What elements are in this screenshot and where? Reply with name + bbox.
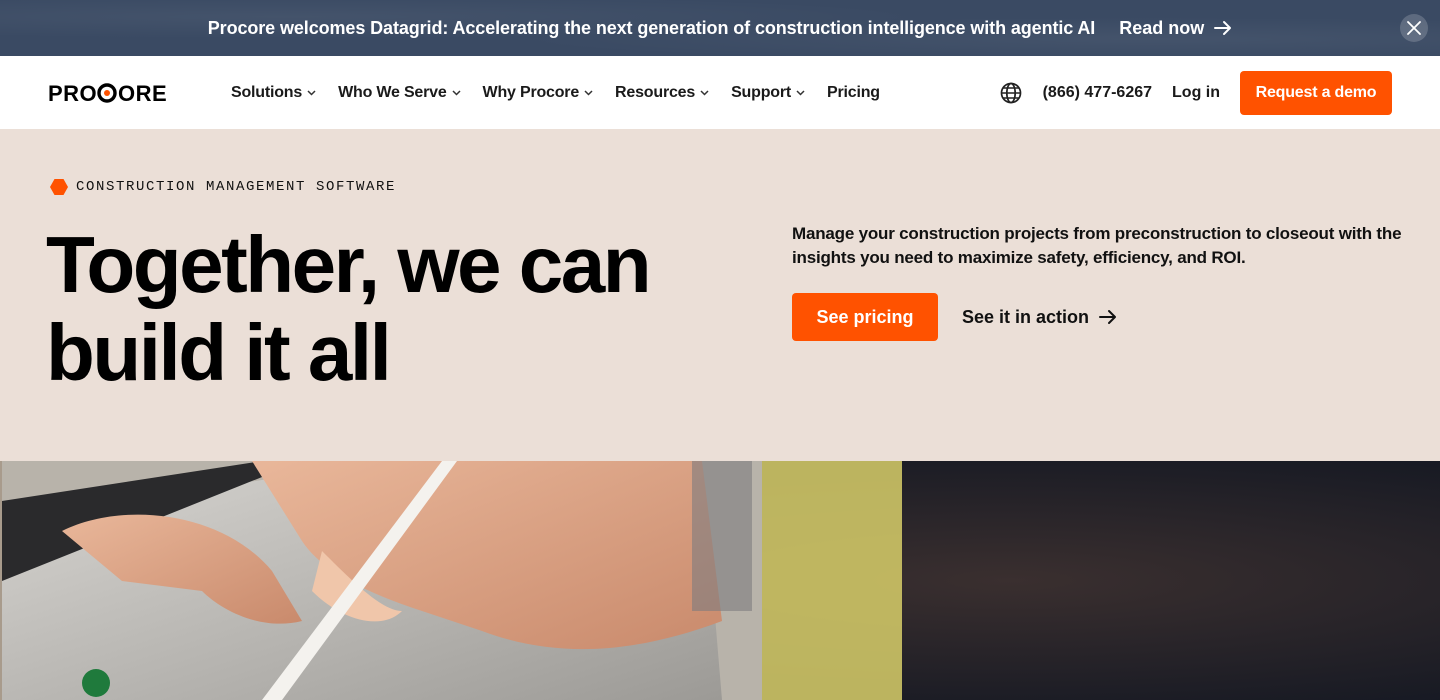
nav-item-label: Solutions [231, 83, 303, 101]
hero-description: Manage your construction projects from p… [792, 224, 1402, 267]
nav-item-label: Resources [615, 83, 696, 101]
chevron-down-icon [700, 89, 709, 96]
eyebrow: CONSTRUCTION MANAGEMENT SOFTWARE [50, 179, 396, 195]
nav-item-solutions[interactable]: Solutions [231, 84, 316, 102]
nav-menu: Solutions Who We Serve Why Procore Resou… [231, 56, 902, 129]
procore-logo[interactable]: PRO ORE [48, 83, 193, 103]
hero-headline: Together, we can build it all [46, 221, 766, 397]
see-it-in-action-link[interactable]: See it in action [962, 293, 1117, 341]
arrow-right-icon [1099, 310, 1117, 324]
eyebrow-text: CONSTRUCTION MANAGEMENT SOFTWARE [76, 179, 397, 195]
nav-item-label: Pricing [827, 83, 880, 101]
announcement-banner: Procore welcomes Datagrid: Accelerating … [0, 0, 1440, 56]
nav-utilities: (866) 477-6267 Log in Request a demo [999, 56, 1392, 129]
login-link[interactable]: Log in [1172, 84, 1220, 102]
chevron-down-icon [452, 89, 461, 96]
nav-item-label: Who We Serve [338, 83, 447, 101]
nav-item-label: Support [731, 83, 791, 101]
nav-item-pricing[interactable]: Pricing [827, 84, 880, 102]
svg-text:ORE: ORE [118, 83, 167, 103]
globe-icon[interactable] [999, 81, 1023, 105]
close-icon [1407, 21, 1421, 35]
nav-item-why-procore[interactable]: Why Procore [483, 84, 594, 102]
nav-item-who-we-serve[interactable]: Who We Serve [338, 83, 461, 102]
phone-number[interactable]: (866) 477-6267 [1043, 84, 1152, 102]
chevron-down-icon [584, 89, 593, 96]
read-now-label: Read now [1119, 17, 1205, 38]
main-navbar: PRO ORE Solutions Who We Serve Why Proco… [0, 56, 1440, 129]
chevron-down-icon [307, 89, 316, 96]
headline-line-1: Together, we can [46, 220, 652, 309]
nav-item-support[interactable]: Support [731, 84, 805, 102]
hero-photo [0, 461, 1440, 700]
headline-line-2: build it all [46, 308, 392, 397]
banner-close-button[interactable] [1400, 14, 1428, 42]
request-demo-button[interactable]: Request a demo [1240, 70, 1392, 115]
hero-section: CONSTRUCTION MANAGEMENT SOFTWARE Togethe… [0, 129, 1440, 461]
procore-logo-icon: PRO ORE [48, 83, 167, 103]
nav-item-label: Why Procore [482, 83, 580, 101]
hand-with-stylus-image [2, 461, 1440, 700]
read-now-link[interactable]: Read now [1119, 18, 1232, 39]
chevron-down-icon [796, 89, 805, 96]
banner-text: Procore welcomes Datagrid: Accelerating … [207, 17, 1096, 38]
see-it-in-action-label: See it in action [962, 306, 1090, 327]
arrow-right-icon [1214, 21, 1232, 35]
svg-text:PRO: PRO [48, 83, 97, 103]
hexagon-icon [50, 179, 68, 195]
nav-item-resources[interactable]: Resources [615, 84, 709, 102]
see-pricing-button[interactable]: See pricing [792, 293, 938, 341]
